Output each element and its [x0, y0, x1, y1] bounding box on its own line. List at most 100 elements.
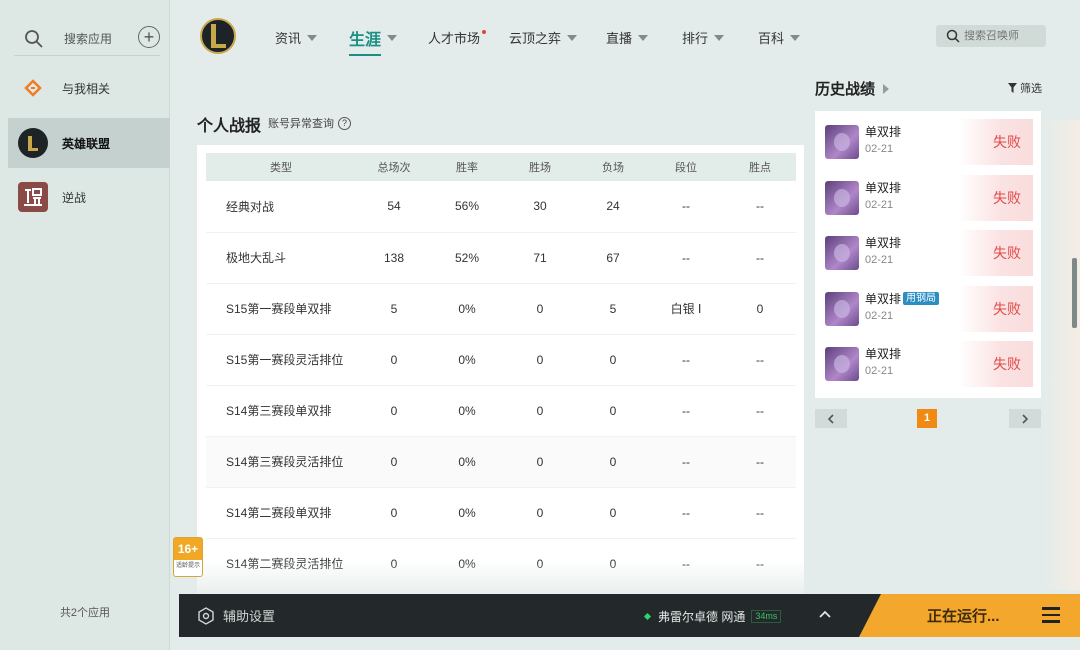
filter-label: 筛选	[1020, 83, 1042, 95]
table-cell: 0	[578, 436, 648, 488]
scrollbar[interactable]	[1072, 258, 1077, 328]
bottom-bar: 辅助设置 弗雷尔卓德 网通 34ms 正在运行...	[179, 594, 1080, 637]
nav-label: 人才市场	[428, 31, 481, 46]
filter-button[interactable]: 筛选	[1008, 80, 1042, 96]
table-cell: 0	[578, 385, 648, 437]
match-result: 失败	[959, 119, 1033, 165]
table-cell: 5	[356, 283, 432, 335]
search-icon	[946, 29, 960, 43]
online-status-icon	[643, 612, 652, 621]
match-info: 单双排 02-21	[865, 345, 901, 387]
server-status[interactable]: 弗雷尔卓德 网通 34ms	[643, 608, 782, 625]
table-cell: --	[648, 487, 724, 539]
table-cell: 0	[502, 436, 578, 488]
column-header: 负场	[602, 162, 624, 174]
app-count: 共2个应用	[59, 607, 111, 619]
table-cell: 白银 Ⅰ	[648, 283, 724, 335]
champion-avatar	[825, 125, 859, 159]
table-cell: 0	[356, 385, 432, 437]
summoner-search[interactable]	[936, 25, 1046, 47]
match-date: 02-21	[865, 309, 894, 322]
account-check-label: 账号异常查询	[268, 118, 334, 130]
chevron-down-icon	[790, 34, 801, 41]
table-row: S14第三赛段单双排 0 0% 0 0 -- --	[206, 385, 796, 437]
table-cell: S14第三赛段单双排	[206, 385, 356, 437]
match-item[interactable]: 单双排 02-21 失败	[825, 174, 1033, 221]
table-cell: S14第二赛段单双排	[206, 487, 356, 539]
match-tag: 用钢局	[903, 291, 940, 305]
prev-page-button[interactable]	[815, 409, 847, 428]
expand-button[interactable]	[819, 608, 831, 622]
nav-tft[interactable]: 云顶之弈	[509, 28, 578, 47]
help-icon[interactable]: ?	[338, 116, 351, 130]
match-mode: 单双排	[865, 180, 902, 195]
current-page[interactable]: 1	[917, 409, 937, 428]
match-date: 02-21	[865, 365, 894, 377]
menu-icon[interactable]	[1042, 607, 1060, 627]
match-mode: 单双排	[865, 125, 902, 139]
table-cell: 0	[578, 334, 648, 386]
match-mode-row: 单双排	[865, 179, 901, 196]
assist-settings-button[interactable]: 辅助设置	[197, 606, 275, 625]
history-title[interactable]: 历史战绩	[815, 78, 890, 99]
match-mode: 单双排	[865, 347, 902, 361]
match-info: 单双排 用钢局 02-21	[865, 290, 940, 332]
table-cell: 0	[724, 283, 796, 335]
match-item[interactable]: 单双排 02-21 失败	[825, 230, 1033, 276]
match-item[interactable]: 单双排 用钢局 02-21 失败	[825, 285, 1033, 332]
ping-badge: 34ms	[751, 610, 782, 623]
chevron-right-icon	[883, 83, 890, 94]
lol-logo-icon[interactable]	[200, 16, 236, 56]
nav-wiki[interactable]: 百科	[758, 28, 801, 47]
table-cell: 极地大乱斗	[206, 232, 356, 284]
next-page-button[interactable]	[1009, 409, 1041, 428]
table-cell: 0	[578, 487, 648, 539]
sidebar-item-label: 逆战	[62, 190, 87, 205]
nav-label: 云顶之弈	[509, 31, 562, 46]
table-cell: --	[648, 436, 724, 488]
app-search[interactable]: 搜索应用 +	[14, 22, 160, 56]
nav-label: 直播	[606, 31, 633, 46]
sidebar-item-lol[interactable]: 英雄联盟	[8, 118, 170, 168]
stats-card: 类型 总场次 胜率 胜场 负场 段位 胜点 经典对战 54 56% 30 24 -- -- 极…	[197, 145, 804, 595]
table-cell: 0%	[432, 385, 502, 437]
nav-live[interactable]: 直播	[606, 28, 649, 47]
table-cell: S15第一赛段单双排	[206, 283, 356, 335]
nav-career[interactable]: 生涯	[349, 26, 398, 56]
nav-talent-market[interactable]: 人才市场	[428, 28, 487, 47]
match-info: 单双排 02-21	[865, 123, 901, 165]
nav-news[interactable]: 资讯	[275, 28, 318, 47]
page-title: 个人战报	[197, 118, 262, 135]
summoner-search-input[interactable]	[964, 30, 1044, 42]
column-header: 胜点	[749, 162, 771, 174]
sidebar-item-nizhan[interactable]: 逆战	[8, 172, 170, 222]
chevron-down-icon	[638, 34, 649, 41]
table-row: S14第三赛段灵活排位 0 0% 0 0 -- --	[206, 436, 796, 488]
column-header: 总场次	[377, 162, 411, 174]
table-row: S15第一赛段单双排 5 0% 0 5 白银 Ⅰ0	[206, 283, 796, 335]
column-header: 胜率	[456, 162, 478, 174]
table-cell: 56%	[432, 181, 502, 233]
table-cell: 0	[502, 487, 578, 539]
running-status-button[interactable]: 正在运行...	[859, 594, 1080, 637]
nizhan-icon	[18, 182, 48, 212]
column-header: 段位	[675, 162, 697, 174]
match-item[interactable]: 单双排 02-21 失败	[825, 119, 1033, 165]
chevron-down-icon	[387, 35, 398, 41]
add-app-button[interactable]: +	[138, 26, 160, 48]
account-check-link[interactable]: 账号异常查询 ?	[268, 115, 351, 131]
match-item[interactable]: 单双排 02-21 失败	[825, 341, 1033, 387]
table-cell: --	[724, 232, 796, 284]
table-cell: 0	[502, 283, 578, 335]
match-info: 单双排 02-21	[865, 179, 901, 221]
table-row: 极地大乱斗 138 52% 71 67 -- --	[206, 232, 796, 284]
related-icon	[18, 73, 48, 103]
nav-ranking[interactable]: 排行	[682, 28, 725, 47]
sidebar-item-related[interactable]: 与我相关	[8, 63, 170, 113]
chevron-down-icon	[307, 34, 318, 41]
table-row: 经典对战 54 56% 30 24 -- --	[206, 181, 796, 233]
nav-label: 生涯	[349, 32, 382, 49]
table-cell: S14第三赛段灵活排位	[206, 436, 356, 488]
table-cell: 0%	[432, 436, 502, 488]
match-mode-row: 单双排	[865, 123, 901, 140]
